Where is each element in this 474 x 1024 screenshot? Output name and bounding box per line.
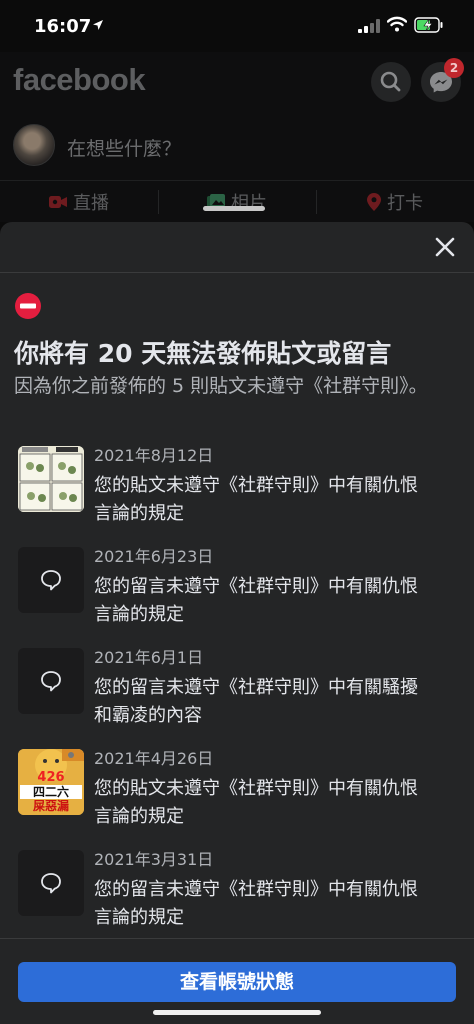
home-indicator[interactable] <box>153 1010 321 1015</box>
location-pin-icon <box>367 193 381 211</box>
list-item[interactable]: 2021年6月23日 您的留言未遵守《社群守則》中有關仇恨言論的規定 <box>0 543 474 644</box>
check-in-label: 打卡 <box>387 193 423 214</box>
comment-thumbnail <box>18 547 84 613</box>
restriction-reason: 因為你之前發佈的 5 則貼文未遵守《社群守則》。 <box>14 375 428 397</box>
close-icon[interactable] <box>434 236 456 258</box>
violation-description: 您的留言未遵守《社群守則》中有關仇恨言論的規定 <box>94 879 418 928</box>
violation-date: 2021年3月31日 <box>94 850 214 869</box>
list-item[interactable]: 2021年6月1日 您的留言未遵守《社群守則》中有關騷擾和霸凌的內容 <box>0 644 474 745</box>
check-in-button[interactable]: 打卡 <box>316 182 474 222</box>
comic-image <box>18 446 84 512</box>
comment-icon <box>41 570 61 591</box>
composer-actions: 直播 相片 打卡 <box>0 182 474 222</box>
cellular-signal-icon <box>358 19 380 33</box>
list-item[interactable]: 2021年8月12日 您的貼文未遵守《社群守則》中有關仇恨言論的規定 <box>0 442 474 543</box>
violation-date: 2021年8月12日 <box>94 446 214 465</box>
list-item[interactable]: 2021年3月31日 您的留言未遵守《社群守則》中有關仇恨言論的規定 <box>0 846 474 947</box>
photo-button[interactable]: 相片 <box>158 182 316 222</box>
photo-label: 相片 <box>231 193 267 214</box>
sheet-grabber-handle[interactable] <box>203 206 265 211</box>
list-item[interactable]: 426 四二六 屎惡漏 2021年4月26日 您的貼文未遵守《社群守則》中有關仇… <box>0 745 474 846</box>
violation-list: 2021年8月12日 您的貼文未遵守《社群守則》中有關仇恨言論的規定 2021年… <box>0 442 474 947</box>
live-video-button[interactable]: 直播 <box>0 182 158 222</box>
restriction-sheet: 你將有 20 天無法發佈貼文或留言 因為你之前發佈的 5 則貼文未遵守《社群守則… <box>0 222 474 1024</box>
comment-thumbnail <box>18 648 84 714</box>
restriction-headline: 你將有 20 天無法發佈貼文或留言 <box>14 339 392 368</box>
battery-charging-icon <box>414 17 443 33</box>
post-thumbnail-meme: 426 四二六 屎惡漏 <box>18 749 84 815</box>
violation-description: 您的貼文未遵守《社群守則》中有關仇恨言論的規定 <box>94 475 418 524</box>
view-account-status-button[interactable]: 查看帳號狀態 <box>18 962 456 1002</box>
location-arrow-icon <box>93 20 103 30</box>
violation-date: 2021年6月23日 <box>94 547 214 566</box>
no-entry-icon <box>15 293 41 319</box>
status-bar: 16:07 <box>0 0 474 52</box>
divider <box>0 272 474 273</box>
violation-description: 您的留言未遵守《社群守則》中有關騷擾和霸凌的內容 <box>94 677 418 726</box>
wifi-icon <box>387 16 407 32</box>
violation-description: 您的貼文未遵守《社群守則》中有關仇恨言論的規定 <box>94 778 418 827</box>
clock: 16:07 <box>34 16 92 37</box>
comment-thumbnail <box>18 850 84 916</box>
post-thumbnail-comic <box>18 446 84 512</box>
live-video-label: 直播 <box>73 193 109 214</box>
search-button[interactable] <box>371 62 411 102</box>
video-icon <box>49 196 67 208</box>
violation-description: 您的留言未遵守《社群守則》中有關仇恨言論的規定 <box>94 576 418 625</box>
comment-icon <box>41 671 61 692</box>
violation-date: 2021年4月26日 <box>94 749 214 768</box>
violation-date: 2021年6月1日 <box>94 648 204 667</box>
meme-caption: 426 四二六 屎惡漏 <box>20 771 82 813</box>
facebook-logo: facebook <box>13 62 146 97</box>
search-icon <box>380 71 401 92</box>
divider <box>0 938 474 939</box>
notification-badge: 2 <box>444 58 464 78</box>
comment-icon <box>41 873 61 894</box>
composer-placeholder[interactable]: 在想些什麼？ <box>67 134 181 161</box>
divider <box>0 180 474 181</box>
avatar[interactable] <box>13 124 55 166</box>
